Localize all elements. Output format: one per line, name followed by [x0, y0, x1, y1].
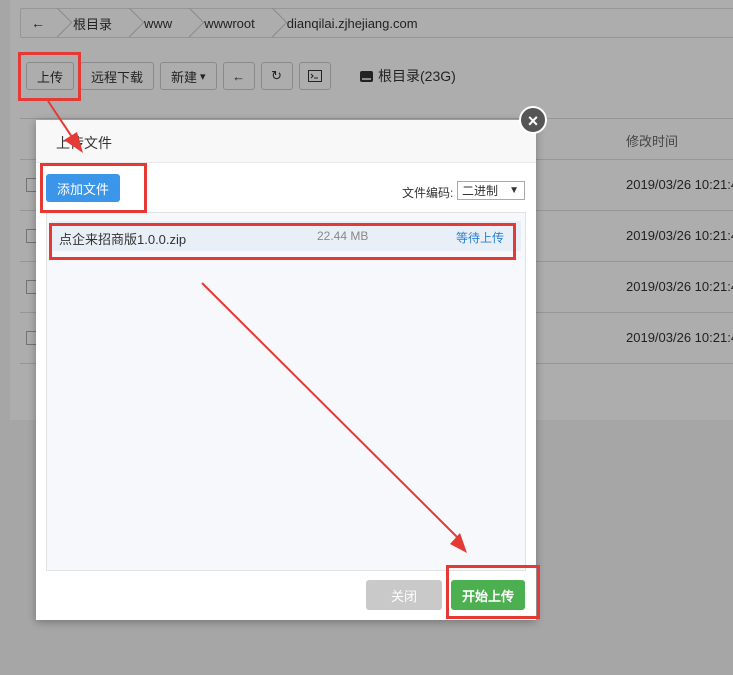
highlight-upload-button: [18, 52, 81, 101]
encoding-label: 文件编码:: [402, 186, 454, 200]
close-icon[interactable]: ×: [519, 106, 547, 134]
highlight-file-row: [49, 223, 516, 260]
dialog-title: 上传文件: [56, 135, 112, 151]
encoding-select[interactable]: 二进制 ▼: [457, 181, 525, 200]
upload-file-list: 点企来招商版1.0.0.zip 22.44 MB 等待上传: [46, 212, 526, 571]
highlight-start-upload: [446, 565, 540, 619]
caret-down-icon: ▼: [509, 185, 519, 196]
dialog-header: 上传文件 ×: [36, 106, 547, 163]
close-button[interactable]: 关闭: [366, 580, 442, 610]
encoding-value: 二进制: [462, 184, 499, 198]
highlight-add-file: [40, 163, 147, 213]
